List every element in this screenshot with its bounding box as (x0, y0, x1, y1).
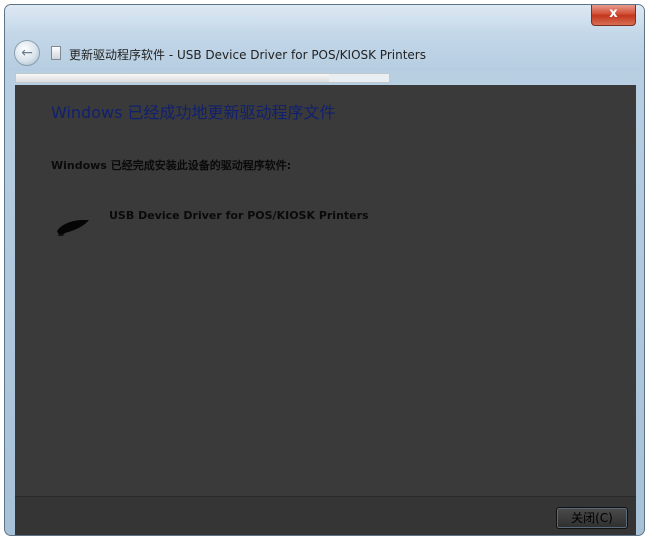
window-close-button[interactable]: x (591, 5, 636, 26)
title-bar[interactable]: x ← 更新驱动程序软件 - USB Device Driver for POS… (5, 5, 644, 71)
dialog-footer: 关闭(C) (15, 496, 636, 535)
app-icon (51, 46, 61, 60)
content-panel: Windows 已经成功地更新驱动程序文件 Windows 已经完成安装此设备的… (15, 85, 636, 496)
status-message: Windows 已经完成安装此设备的驱动程序软件: (51, 159, 292, 172)
close-button[interactable]: 关闭(C) (556, 507, 628, 529)
page-title: Windows 已经成功地更新驱动程序文件 (51, 103, 336, 122)
window-title: 更新驱动程序软件 - USB Device Driver for POS/KIO… (69, 48, 426, 62)
progress-fill (16, 74, 330, 82)
dialog-window: x ← 更新驱动程序软件 - USB Device Driver for POS… (4, 4, 645, 536)
back-arrow-icon[interactable]: ← (14, 40, 40, 66)
printer-device-icon (57, 220, 89, 236)
device-name: USB Device Driver for POS/KIOSK Printers (109, 209, 369, 222)
progress-bar (15, 73, 390, 83)
